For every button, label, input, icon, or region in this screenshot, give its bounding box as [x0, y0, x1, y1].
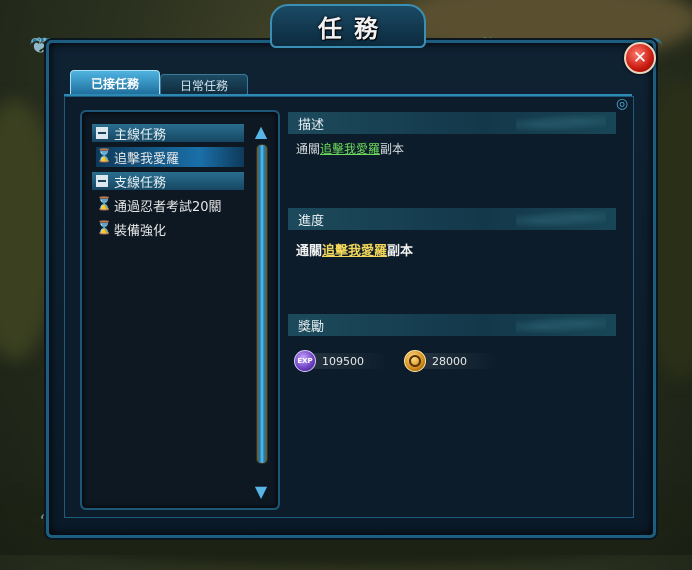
progress-prefix: 通關	[296, 244, 323, 259]
coin-icon	[404, 350, 426, 372]
progress-text: 通關追擊我愛羅副本	[296, 240, 413, 259]
quest-link[interactable]: 追擊我愛羅	[320, 142, 380, 156]
window-title-plate: 任務	[270, 4, 426, 48]
description-prefix: 通關	[296, 142, 321, 156]
tab-daily-quests[interactable]: 日常任務	[160, 74, 248, 96]
close-button[interactable]: ✕	[624, 42, 656, 74]
hourglass-icon: ⌛	[96, 221, 113, 236]
tab-accepted-quests[interactable]: 已接任務	[70, 70, 160, 96]
exp-icon: EXP	[294, 350, 316, 372]
tab-label: 已接任務	[90, 76, 139, 91]
quest-item[interactable]: ⌛ 通過忍者考試20關	[96, 195, 244, 215]
category-label: 主線任務	[114, 127, 167, 143]
category-label: 支線任務	[114, 175, 167, 191]
progress-link[interactable]: 追擊我愛羅	[322, 244, 387, 259]
quest-label: 通過忍者考試20關	[114, 199, 222, 215]
tab-label: 日常任務	[179, 78, 228, 93]
quest-item-selected[interactable]: ⌛ 追擊我愛羅	[96, 147, 244, 167]
reward-value: 109500	[322, 354, 364, 368]
scroll-thumb[interactable]	[256, 144, 268, 464]
category-side-quests[interactable]: 支線任務	[92, 172, 244, 191]
scroll-up-icon[interactable]: ▲	[252, 124, 270, 140]
quest-list-scrollbar[interactable]: ▲ ▼	[252, 124, 270, 500]
window-title: 任務	[318, 13, 390, 43]
reward-value: 28000	[432, 354, 467, 368]
section-title: 描述	[298, 117, 325, 133]
description-text: 通關追擊我愛羅副本	[296, 140, 404, 157]
quest-label: 追擊我愛羅	[114, 151, 180, 167]
hourglass-icon: ⌛	[96, 197, 113, 212]
rewards-header: 獎勵	[288, 314, 616, 336]
reward-coins: 28000	[404, 350, 498, 372]
quest-item[interactable]: ⌛ 裝備強化	[96, 219, 244, 239]
progress-suffix: 副本	[387, 244, 414, 259]
quest-list-panel	[80, 110, 280, 510]
reward-exp: EXP 109500	[294, 350, 388, 372]
description-header: 描述	[288, 112, 616, 134]
hourglass-icon: ⌛	[96, 149, 113, 164]
section-title: 獎勵	[298, 319, 325, 335]
category-main-quests[interactable]: 主線任務	[92, 124, 244, 143]
panel-corner-ornament-icon: ◎	[616, 96, 629, 112]
close-icon: ✕	[632, 48, 648, 68]
description-suffix: 副本	[380, 142, 405, 156]
collapse-icon[interactable]	[96, 127, 108, 139]
section-title: 進度	[298, 213, 325, 229]
progress-header: 進度	[288, 208, 616, 230]
scroll-down-icon[interactable]: ▼	[252, 484, 270, 500]
exp-icon-label: EXP	[297, 357, 313, 365]
quest-label: 裝備強化	[114, 223, 167, 239]
collapse-icon[interactable]	[96, 175, 108, 187]
